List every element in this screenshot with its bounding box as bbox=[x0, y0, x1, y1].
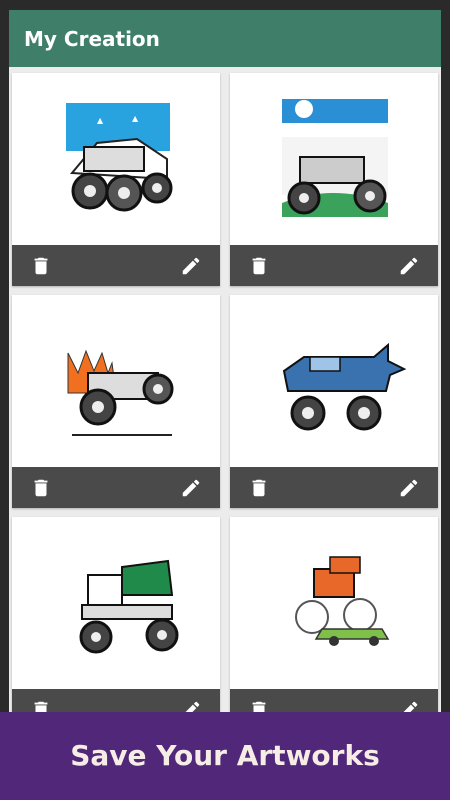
trash-icon[interactable] bbox=[30, 255, 52, 277]
artwork-thumbnail[interactable] bbox=[12, 517, 220, 689]
promo-banner: Save Your Artworks bbox=[0, 712, 450, 800]
svg-text:▲: ▲ bbox=[97, 116, 104, 125]
banner-text: Save Your Artworks bbox=[70, 739, 380, 772]
trash-icon[interactable] bbox=[248, 477, 270, 499]
artwork-thumbnail[interactable] bbox=[230, 295, 438, 467]
artwork-thumbnail[interactable] bbox=[230, 517, 438, 689]
artwork-thumbnail[interactable] bbox=[12, 295, 220, 467]
artwork-card[interactable]: ▲ ▲ bbox=[12, 73, 220, 286]
pencil-icon[interactable] bbox=[180, 255, 202, 277]
card-action-bar bbox=[12, 467, 220, 508]
card-action-bar bbox=[12, 245, 220, 286]
artwork-thumbnail[interactable] bbox=[230, 73, 438, 245]
trash-icon[interactable] bbox=[30, 477, 52, 499]
pencil-icon[interactable] bbox=[180, 477, 202, 499]
app-window: My Creation ▲ ▲ bbox=[9, 10, 441, 800]
app-bar: My Creation bbox=[9, 10, 441, 67]
page-title: My Creation bbox=[24, 27, 160, 51]
pencil-icon[interactable] bbox=[398, 255, 420, 277]
artwork-card[interactable] bbox=[230, 73, 438, 286]
artwork-thumbnail[interactable]: ▲ ▲ bbox=[12, 73, 220, 245]
artwork-card[interactable] bbox=[12, 295, 220, 508]
pencil-icon[interactable] bbox=[398, 477, 420, 499]
svg-text:▲: ▲ bbox=[132, 114, 139, 123]
artwork-card[interactable] bbox=[230, 295, 438, 508]
artwork-card[interactable] bbox=[230, 517, 438, 730]
artwork-card[interactable] bbox=[12, 517, 220, 730]
card-action-bar bbox=[230, 467, 438, 508]
card-action-bar bbox=[230, 245, 438, 286]
trash-icon[interactable] bbox=[248, 255, 270, 277]
